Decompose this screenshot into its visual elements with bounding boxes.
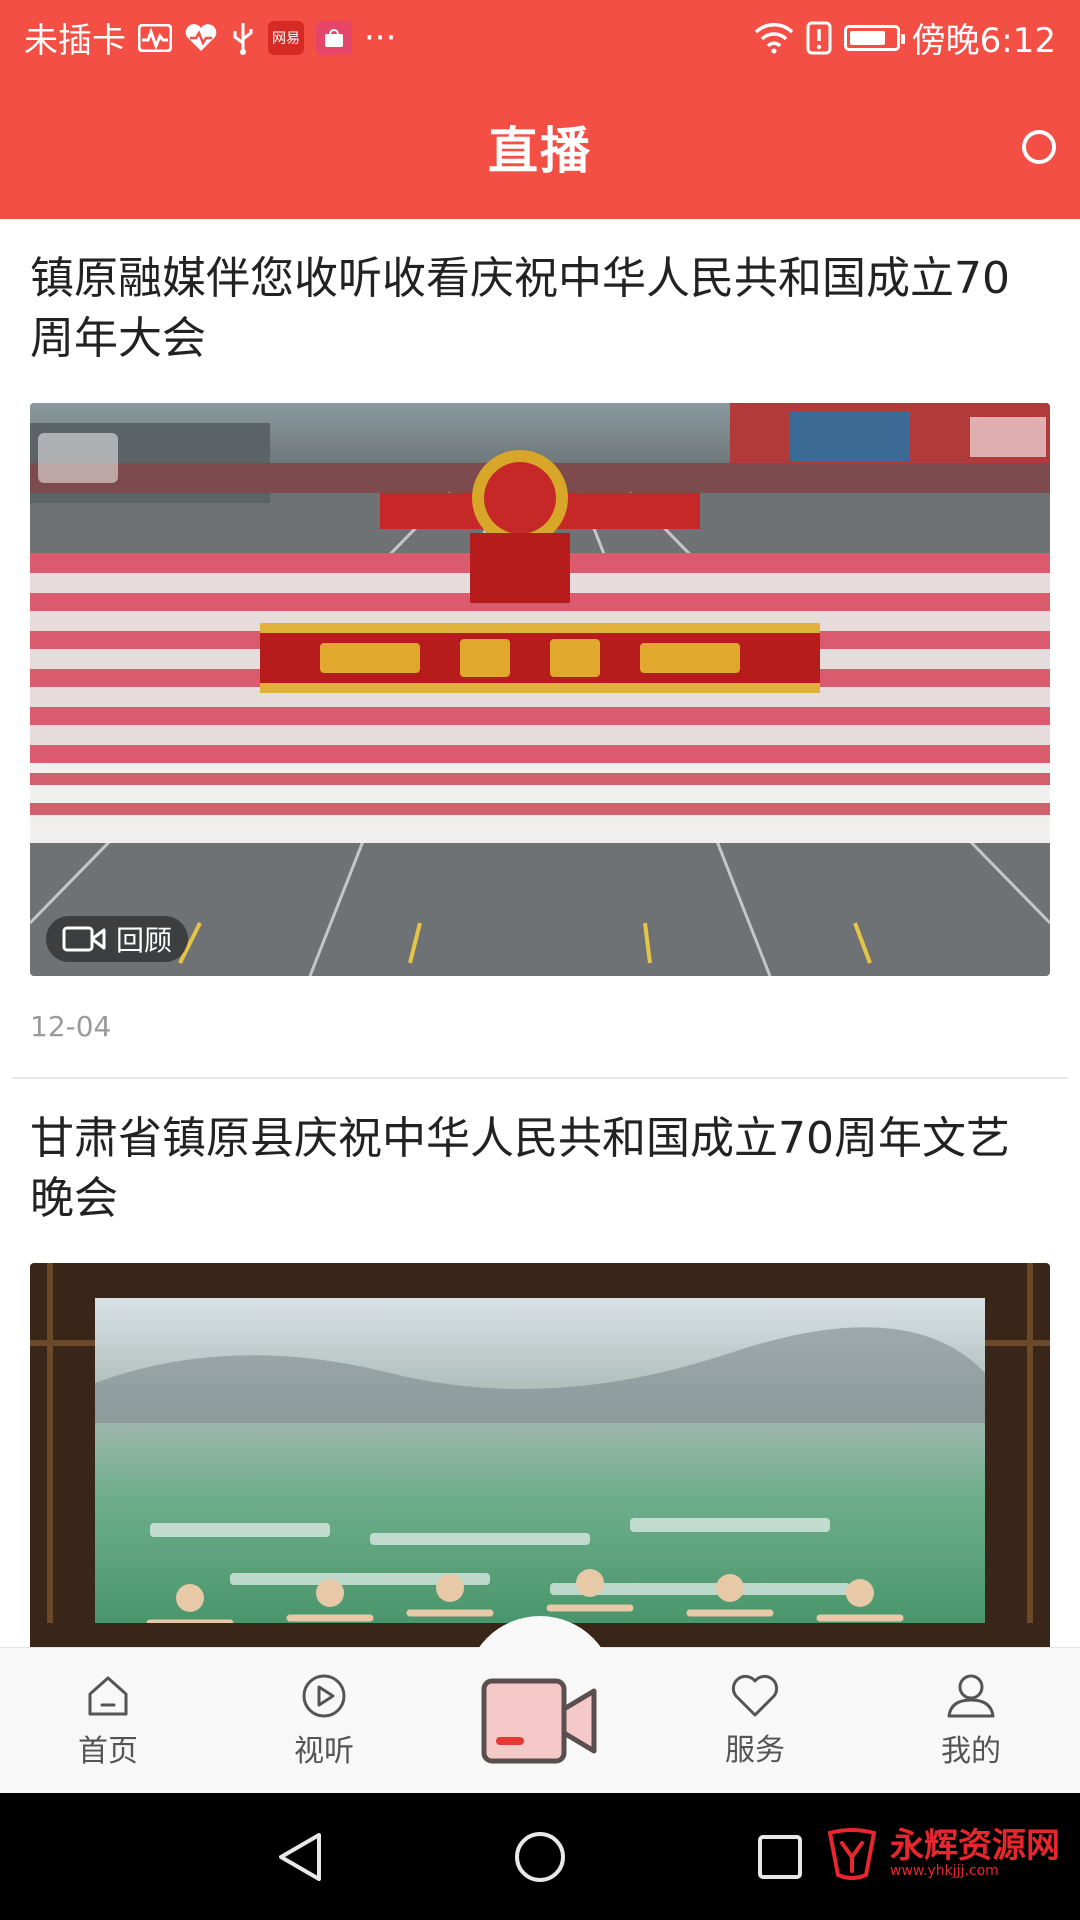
system-nav-bar: 永辉资源网 www.yhkjjj.com [0,1793,1080,1920]
shopping-app-icon [316,20,352,55]
title-bar: 直播 [0,75,1080,219]
status-left: 未插卡 网易 ··· [24,13,396,62]
replay-badge: 回顾 [46,916,189,962]
watermark-text-group: 永辉资源网 www.yhkjjj.com [890,1828,1060,1878]
nav-profile-label: 我的 [941,1734,1001,1769]
activity-icon [138,18,172,58]
heart-icon [184,18,218,58]
bottom-nav: 首页 视听 服务 我的 [0,1616,1080,1794]
nav-live[interactable] [475,1668,605,1774]
video-camera-icon [481,1678,597,1764]
nav-services[interactable]: 服务 [665,1648,845,1794]
watermark-logo-icon [827,1828,877,1880]
parade-thumbnail[interactable]: 回顾 [30,403,1050,976]
alert-icon [806,18,832,58]
gala-image [30,1263,1050,1647]
watermark-url: www.yhkjjj.com [890,1863,999,1879]
card-date: 12-04 [30,1010,112,1043]
card-title[interactable]: 镇原融媒伴您收听收看庆祝中华人民共和国成立70周年大会 [30,219,1050,403]
home-icon [88,1676,128,1716]
clock-text: 傍晚6:12 [911,21,1056,61]
nav-audio-video-label: 视听 [294,1734,354,1769]
card-title[interactable]: 甘肃省镇原县庆祝中华人民共和国成立70周年文艺晚会 [30,1079,1050,1263]
recents-square-icon [758,1835,802,1879]
video-icon [62,926,106,952]
carrier-text: 未插卡 [24,21,126,61]
heart-icon [731,1674,779,1717]
live-card[interactable]: 甘肃省镇原县庆祝中华人民共和国成立70周年文艺晚会 [0,1079,1080,1647]
nav-home-label: 首页 [78,1734,138,1769]
usb-icon [230,18,256,58]
page-title: 直播 [488,122,592,180]
play-icon [302,1674,346,1718]
netease-app-icon: 网易 [268,20,304,55]
live-feed[interactable]: 镇原融媒伴您收听收看庆祝中华人民共和国成立70周年大会 回顾 12-04 甘肃省… [0,219,1080,1647]
watermark: 永辉资源网 www.yhkjjj.com [822,1823,1060,1883]
wifi-icon [754,18,794,58]
live-card[interactable]: 镇原融媒伴您收听收看庆祝中华人民共和国成立70周年大会 回顾 12-04 [0,219,1080,1077]
back-button[interactable] [270,1827,330,1887]
back-triangle-icon [279,1833,321,1881]
user-icon [947,1674,995,1718]
home-button[interactable] [510,1827,570,1887]
recents-button[interactable] [750,1827,810,1887]
nav-profile[interactable]: 我的 [881,1648,1061,1794]
nav-services-label: 服务 [725,1733,785,1768]
nav-audio-video[interactable]: 视听 [234,1648,414,1794]
home-circle-icon [515,1832,565,1882]
gala-thumbnail[interactable] [30,1263,1050,1647]
status-right: 傍晚6:12 [754,13,1056,62]
nav-home[interactable]: 首页 [18,1648,198,1794]
more-icon: ··· [364,17,397,58]
battery-fill [849,30,885,45]
app-header: 未插卡 网易 ··· 傍晚6:12 直播 [0,0,1080,219]
watermark-title: 永辉资源网 [890,1826,1060,1866]
parade-image [30,403,1050,976]
replay-label: 回顾 [116,924,173,957]
status-bar: 未插卡 网易 ··· 傍晚6:12 [0,0,1080,75]
record-ring-icon[interactable] [1022,130,1056,164]
battery-icon [843,24,905,51]
